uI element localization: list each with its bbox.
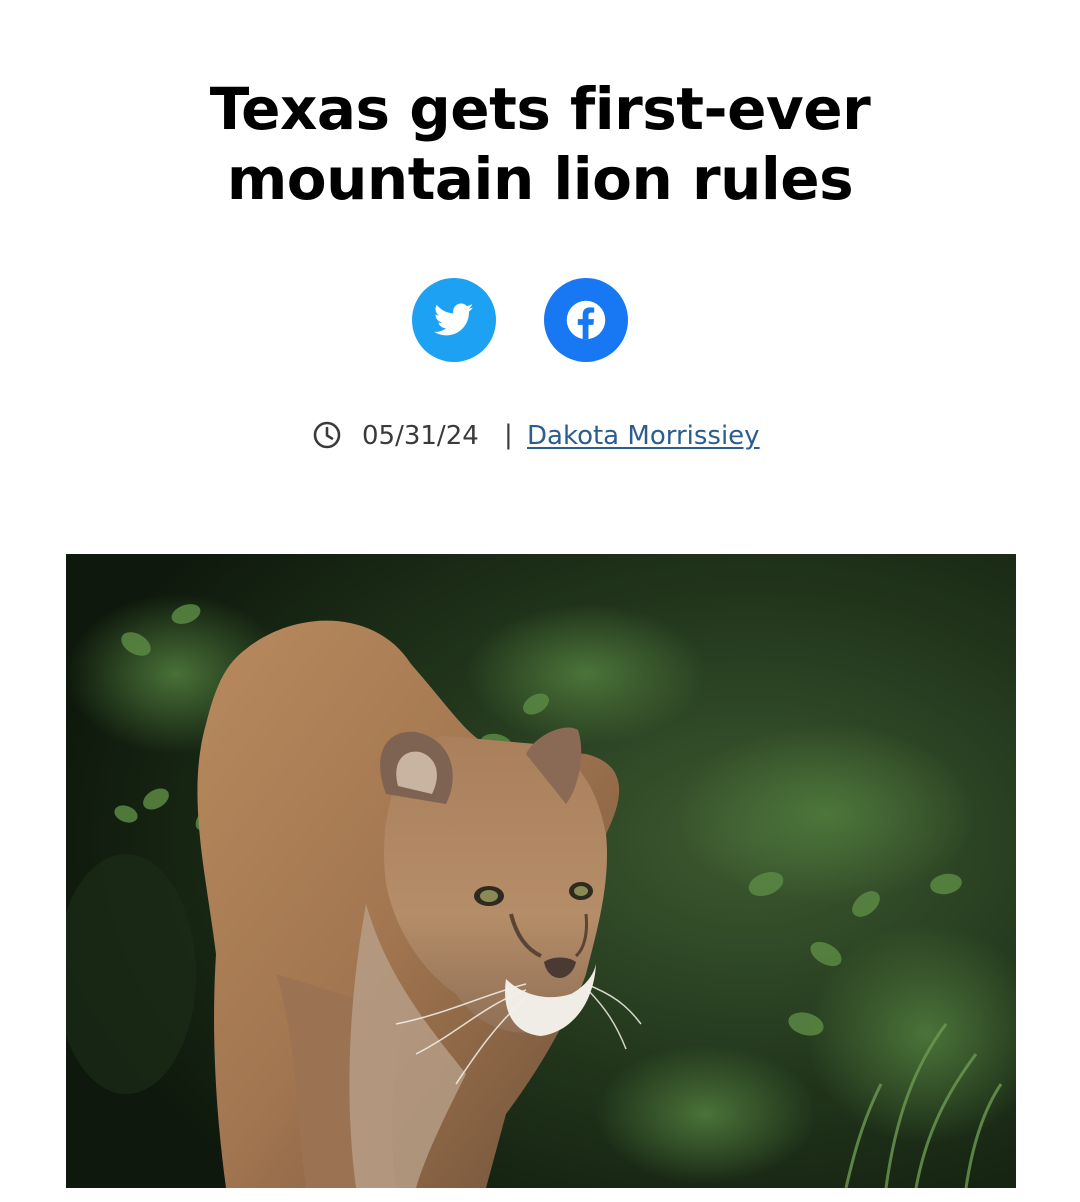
share-facebook-button[interactable]	[544, 278, 628, 362]
meta-separator: |	[504, 420, 513, 450]
article-meta: 05/31/24 | Dakota Morrissiey	[0, 418, 1080, 454]
clock-icon	[313, 421, 341, 449]
share-twitter-button[interactable]	[412, 278, 496, 362]
facebook-icon	[566, 300, 606, 340]
twitter-icon	[434, 303, 474, 336]
page-title: Texas gets first-ever mountain lion rule…	[209, 75, 871, 213]
publish-date: 05/31/24	[362, 421, 479, 451]
hero-image	[66, 554, 1016, 1188]
author-link[interactable]: Dakota Morrissiey	[527, 419, 760, 453]
